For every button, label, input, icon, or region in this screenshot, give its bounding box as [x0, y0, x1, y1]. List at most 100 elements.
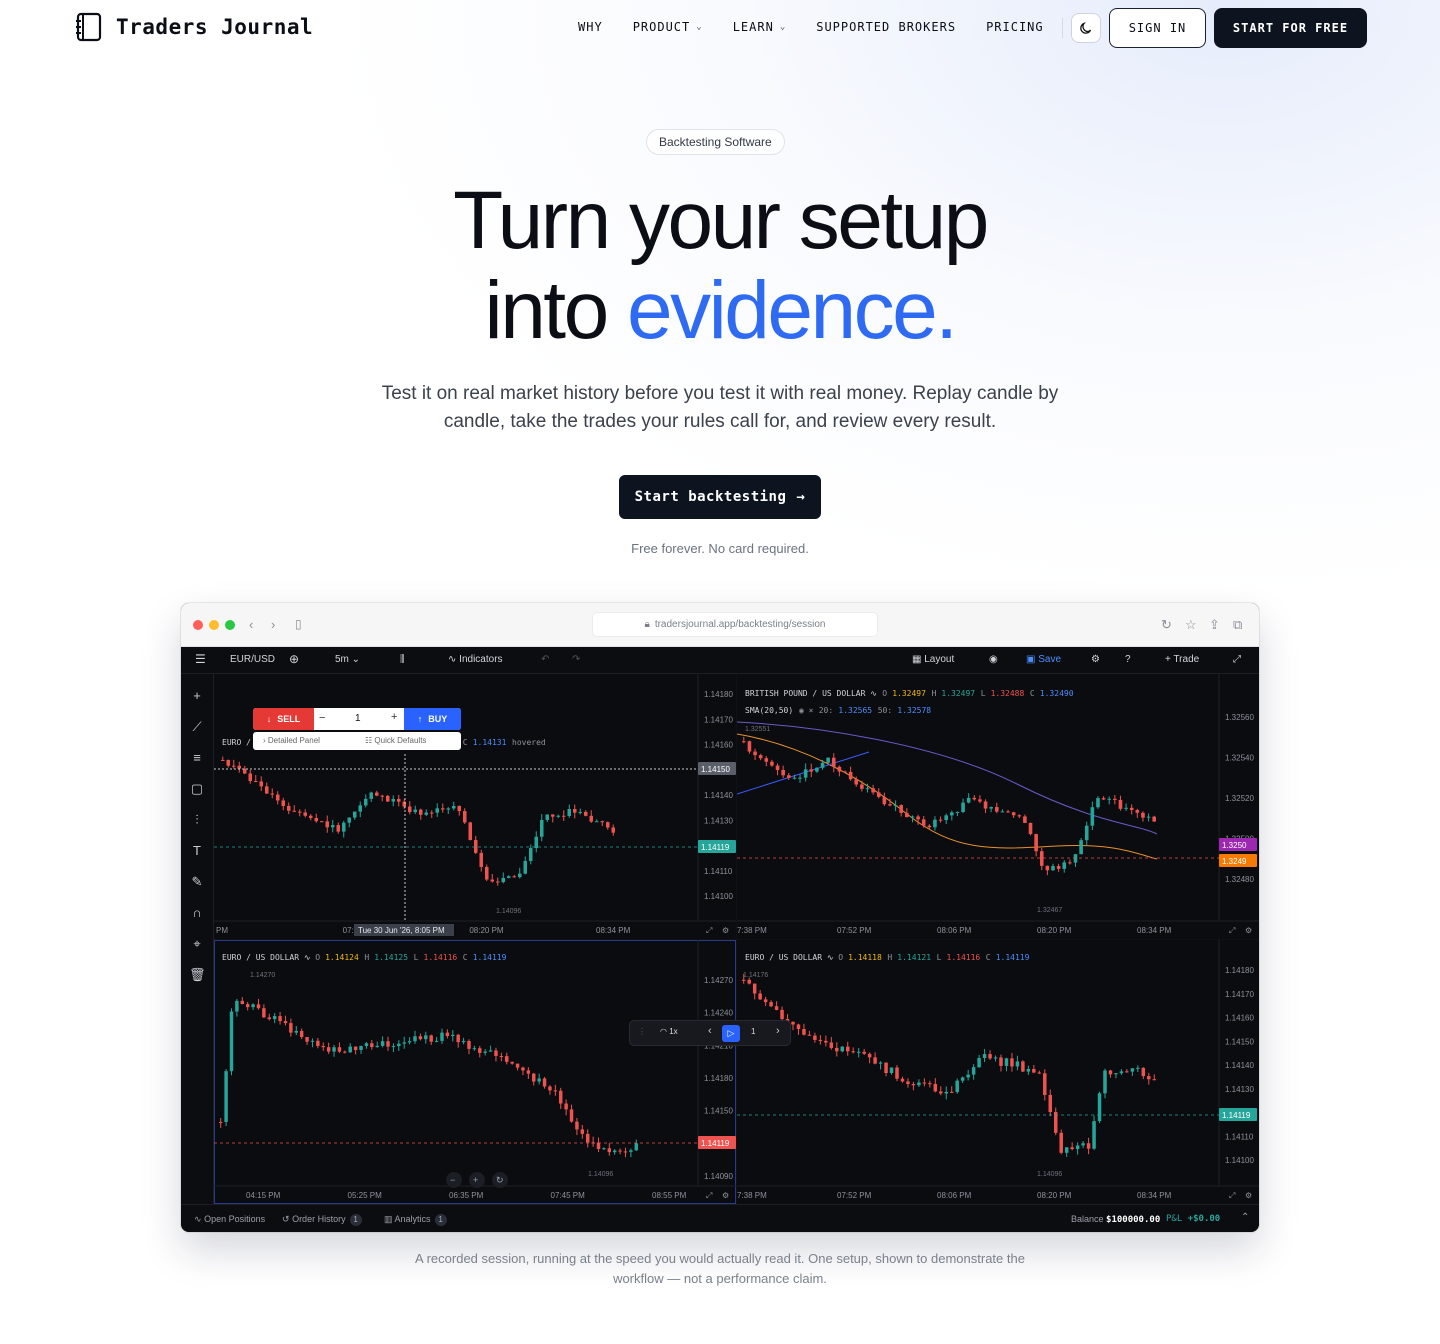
layout-button[interactable]: ▦ Layout — [912, 654, 954, 665]
candle-body — [479, 852, 484, 867]
undo-icon[interactable]: ↶ — [541, 654, 549, 665]
add-symbol-icon[interactable]: ⊕ — [289, 652, 299, 666]
candle-body — [1107, 798, 1112, 800]
browser-bar: ‹ › ▯ 🔒︎ tradersjournal.app/backtesting/… — [181, 603, 1259, 647]
nav-link-learn[interactable]: LEARN ⌄ — [733, 20, 787, 34]
candle-body — [473, 839, 478, 853]
menu-icon[interactable]: ☰ — [195, 652, 206, 666]
candle-type-icon[interactable]: ⫼ — [400, 654, 405, 665]
zoom-button-icon: + — [473, 1175, 478, 1185]
share-icon[interactable]: ⇪ — [1209, 617, 1220, 633]
start-for-free-button[interactable]: START FOR FREE — [1214, 8, 1367, 48]
candle-body — [596, 1142, 601, 1150]
zoom-button-icon: − — [450, 1175, 455, 1185]
candle-body — [888, 804, 892, 806]
quick-defaults-link[interactable]: ☷ Quick Defaults — [365, 736, 426, 745]
theme-toggle-button[interactable] — [1071, 13, 1101, 43]
candle-body — [1045, 865, 1050, 871]
ruler-icon[interactable]: ✎ — [189, 874, 205, 890]
fib-icon[interactable]: ≡ — [189, 750, 205, 766]
chart-pane-gbpusd[interactable]: 1.325601.325401.325201.325001.324807:38 … — [737, 674, 1259, 939]
analytics-tab[interactable]: ▥ Analytics 1 — [384, 1214, 447, 1226]
chart-pane-eurusd-1[interactable]: 1.14180 1.14170 1.14160 1.14150 1.14140 1.141… — [214, 674, 736, 939]
magnet-icon[interactable]: ∩ — [189, 905, 205, 921]
candle-body — [386, 1041, 390, 1047]
x-tick-label: 08:55 PM — [652, 1191, 687, 1200]
close-dot[interactable] — [193, 620, 203, 630]
brand-logo[interactable]: Traders Journal — [74, 12, 313, 42]
candle-body — [528, 848, 533, 861]
minimize-dot[interactable] — [209, 620, 219, 630]
nav-link-why[interactable]: WHY — [578, 20, 603, 34]
back-icon[interactable]: ‹ — [249, 617, 253, 632]
chart-pane-eurusd-2[interactable]: 1.142701.142401.142101.141801.141501.141… — [214, 940, 736, 1204]
reload-icon[interactable]: ↻ — [1161, 617, 1172, 633]
open-positions-tab[interactable]: ∿ Open Positions — [194, 1214, 265, 1225]
candle-body — [1141, 1067, 1146, 1077]
chevron-up-icon[interactable]: ⌃ — [1241, 1212, 1249, 1223]
y-tick-label: 1.14160 — [704, 741, 733, 750]
fullscreen-icon[interactable]: ⤢ — [1233, 654, 1241, 665]
candle-body — [824, 1040, 828, 1043]
camera-icon[interactable]: ◉ — [989, 654, 998, 665]
decrement-icon[interactable]: − — [319, 712, 325, 724]
crosshair-icon[interactable]: + — [189, 688, 205, 704]
trash-icon[interactable]: 🗑︎ — [189, 967, 206, 983]
trendline-icon[interactable]: ⟋ — [189, 719, 205, 735]
settings-icon[interactable]: ⚙ — [1091, 654, 1100, 665]
quantity-input[interactable]: 1 — [355, 713, 361, 724]
detailed-label: Detailed Panel — [267, 736, 320, 745]
sell-button[interactable]: ↓ SELL — [253, 708, 314, 730]
maximize-dot[interactable] — [225, 620, 235, 630]
start-backtesting-button[interactable]: Start backtesting → — [619, 475, 821, 519]
interval-select[interactable]: 5m ⌄ — [335, 654, 360, 665]
sign-in-button[interactable]: SIGN IN — [1109, 8, 1206, 48]
candle-body — [786, 775, 791, 778]
lock-drawings-icon[interactable]: ⌖ — [189, 936, 205, 952]
candle-body — [218, 1121, 223, 1123]
step-forward-icon[interactable]: › — [776, 1025, 780, 1037]
candle-body — [917, 1082, 921, 1086]
candle-body — [1086, 1143, 1091, 1149]
chevron-down-icon: ⌄ — [779, 22, 787, 32]
caption-line1: A recorded session, running at the speed… — [415, 1251, 1025, 1266]
detailed-panel-link[interactable]: › Detailed Panel — [263, 736, 320, 745]
tabs-icon[interactable]: ⧉ — [1233, 617, 1242, 633]
help-icon[interactable]: ? — [1125, 654, 1131, 665]
hero-title-line1: Turn your setup — [453, 175, 989, 266]
address-bar[interactable]: 🔒︎ tradersjournal.app/backtesting/sessio… — [592, 612, 878, 637]
step-back-icon[interactable]: ‹ — [708, 1025, 712, 1037]
indicators-button[interactable]: ∿ Indicators — [448, 654, 503, 665]
candle-body — [380, 1041, 385, 1046]
y-tick-label: 1.14180 — [1225, 966, 1254, 975]
step-count[interactable]: 1 — [751, 1027, 755, 1036]
buy-button[interactable]: ↑ BUY — [404, 708, 461, 730]
candle-body — [1096, 798, 1100, 808]
open-positions-label: Open Positions — [204, 1214, 266, 1224]
increment-icon[interactable]: + — [391, 711, 397, 723]
play-button[interactable]: ▷ — [722, 1025, 740, 1042]
nav-link-product[interactable]: PRODUCT ⌄ — [633, 20, 703, 34]
candle-body — [1146, 816, 1151, 818]
star-icon[interactable]: ☆ — [1185, 617, 1197, 633]
legend-text: 1.14125 — [374, 953, 408, 962]
nav-link-pricing[interactable]: PRICING — [986, 20, 1044, 34]
symbol-label[interactable]: EUR/USD — [230, 654, 275, 665]
trade-button[interactable]: + Trade — [1165, 654, 1199, 665]
speed-button[interactable]: ◠ 1x — [660, 1027, 678, 1036]
text-icon[interactable]: T — [189, 843, 205, 859]
drag-handle-icon[interactable]: ⋮ — [638, 1027, 646, 1036]
redo-icon[interactable]: ↷ — [572, 654, 580, 665]
sidebar-icon[interactable]: ▯ — [295, 617, 302, 631]
rectangle-icon[interactable]: ▢ — [189, 781, 205, 797]
candle-body — [848, 771, 853, 780]
forward-icon[interactable]: › — [271, 617, 275, 632]
arrow-up-icon: ↑ — [417, 714, 423, 724]
chart-pane-eurusd-3[interactable]: 1.14180 1.14170 1.14160 1.14150 1.14140 1.141… — [737, 940, 1259, 1204]
candle-body — [971, 1067, 976, 1075]
save-button[interactable]: ▣ Save — [1026, 654, 1061, 665]
nav-link-brokers[interactable]: SUPPORTED BROKERS — [816, 20, 956, 34]
order-history-tab[interactable]: ↺ Order History 1 — [282, 1214, 362, 1226]
analytics-count: 1 — [434, 1214, 447, 1226]
position-icon[interactable]: ⫶ — [189, 812, 205, 828]
